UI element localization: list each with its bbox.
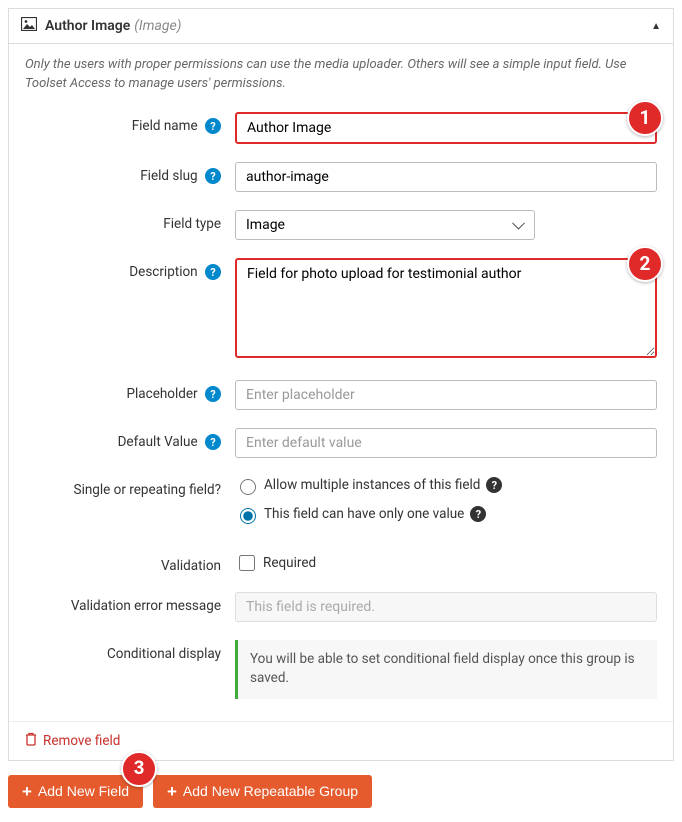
label-validation: Validation bbox=[161, 558, 221, 574]
help-icon[interactable]: ? bbox=[205, 168, 221, 184]
callout-3: 3 bbox=[121, 751, 157, 787]
panel-type-suffix: (Image) bbox=[134, 18, 181, 34]
label-description: Description bbox=[129, 264, 197, 280]
field-panel: Author Image (Image) ▲ Only the users wi… bbox=[8, 8, 674, 761]
help-icon[interactable]: ? bbox=[486, 477, 502, 493]
callout-2: 2 bbox=[627, 246, 663, 282]
callout-1: 1 bbox=[627, 100, 663, 136]
label-validation-msg: Validation error message bbox=[71, 598, 221, 614]
panel-body: Only the users with proper permissions c… bbox=[9, 44, 673, 721]
radio-only-one[interactable]: This field can have only one value ? bbox=[235, 505, 657, 524]
radio-allow-multiple[interactable]: Allow multiple instances of this field ? bbox=[235, 476, 657, 495]
image-icon bbox=[21, 17, 37, 35]
conditional-note: You will be able to set conditional fiel… bbox=[235, 640, 657, 699]
remove-field-link[interactable]: Remove field bbox=[25, 732, 120, 750]
help-icon[interactable]: ? bbox=[205, 264, 221, 280]
field-slug-input[interactable] bbox=[235, 162, 657, 192]
help-icon[interactable]: ? bbox=[470, 506, 486, 522]
help-icon[interactable]: ? bbox=[205, 434, 221, 450]
panel-header[interactable]: Author Image (Image) ▲ bbox=[9, 9, 673, 44]
label-default-value: Default Value bbox=[118, 434, 198, 450]
field-name-input[interactable] bbox=[235, 112, 657, 144]
panel-title: Author Image bbox=[45, 18, 130, 34]
placeholder-input[interactable] bbox=[235, 380, 657, 410]
label-field-slug: Field slug bbox=[140, 168, 197, 184]
plus-icon: + bbox=[167, 783, 177, 800]
action-bar: + Add New Field 3 + Add New Repeatable G… bbox=[8, 775, 674, 808]
help-icon[interactable]: ? bbox=[205, 386, 221, 402]
checkbox-required[interactable]: Required bbox=[235, 552, 657, 574]
radio-multiple-input[interactable] bbox=[240, 479, 256, 495]
trash-icon bbox=[25, 732, 37, 750]
label-repeating: Single or repeating field? bbox=[74, 482, 221, 498]
description-textarea[interactable]: Field for photo upload for testimonial a… bbox=[235, 258, 657, 358]
plus-icon: + bbox=[22, 783, 32, 800]
label-field-name: Field name bbox=[132, 118, 198, 134]
intro-text: Only the users with proper permissions c… bbox=[25, 56, 657, 94]
label-conditional: Conditional display bbox=[107, 646, 221, 662]
radio-one-input[interactable] bbox=[240, 508, 256, 524]
label-field-type: Field type bbox=[163, 216, 221, 232]
help-icon[interactable]: ? bbox=[205, 118, 221, 134]
required-checkbox-input[interactable] bbox=[239, 555, 255, 571]
field-type-select[interactable]: Image bbox=[235, 210, 535, 240]
validation-msg-input: This field is required. bbox=[235, 592, 657, 622]
collapse-icon[interactable]: ▲ bbox=[651, 21, 661, 32]
label-placeholder: Placeholder bbox=[127, 386, 198, 402]
panel-footer: Remove field bbox=[9, 721, 673, 760]
add-new-repeatable-group-button[interactable]: + Add New Repeatable Group bbox=[153, 775, 372, 808]
add-new-field-button[interactable]: + Add New Field 3 bbox=[8, 775, 143, 808]
default-value-input[interactable] bbox=[235, 428, 657, 458]
